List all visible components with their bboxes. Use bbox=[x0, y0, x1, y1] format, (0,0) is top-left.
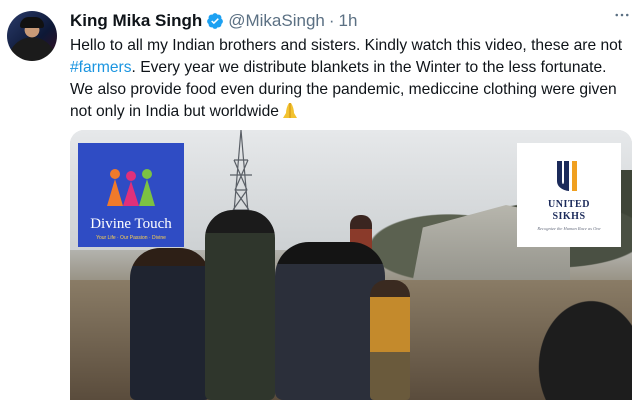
logo-left-title: Divine Touch bbox=[90, 216, 172, 232]
logo-right-subtitle: Recognize the Human Race as One bbox=[537, 226, 601, 231]
video-person bbox=[205, 210, 275, 400]
hashtag-link[interactable]: #farmers bbox=[70, 59, 132, 76]
verified-badge-icon bbox=[206, 12, 224, 30]
tweet[interactable]: King Mika Singh @MikaSingh · 1h Hello to… bbox=[0, 0, 639, 400]
logo-left-subtitle: Your Life · Our Passion · Divine bbox=[96, 235, 166, 241]
video-media[interactable]: Divine Touch Your Life · Our Passion · D… bbox=[70, 130, 632, 400]
display-name[interactable]: King Mika Singh bbox=[70, 11, 202, 31]
tweet-text-part2: . Every year we distribute blankets in t… bbox=[70, 59, 617, 120]
divine-touch-logo: Divine Touch Your Life · Our Passion · D… bbox=[78, 143, 184, 247]
tweet-text: Hello to all my Indian brothers and sist… bbox=[70, 35, 630, 126]
united-sikhs-logo: UNITED SIKHS Recognize the Human Race as… bbox=[517, 143, 621, 247]
video-person bbox=[530, 290, 632, 400]
tweet-timestamp[interactable]: 1h bbox=[339, 11, 358, 31]
profile-avatar[interactable] bbox=[7, 11, 57, 61]
united-sikhs-mark-icon bbox=[557, 161, 577, 191]
video-person bbox=[370, 280, 410, 400]
people-figures-icon bbox=[107, 169, 155, 206]
logo-right-line2: SIKHS bbox=[552, 211, 586, 222]
video-person bbox=[275, 242, 385, 400]
separator-dot: · bbox=[328, 11, 335, 30]
logo-right-line1: UNITED bbox=[548, 199, 590, 210]
tweet-text-part1: Hello to all my Indian brothers and sist… bbox=[70, 37, 623, 54]
video-person bbox=[130, 248, 210, 400]
folded-hands-emoji-icon bbox=[280, 101, 300, 126]
tweet-header: King Mika Singh @MikaSingh · 1h bbox=[70, 10, 629, 32]
more-options-icon[interactable] bbox=[613, 6, 631, 29]
user-handle[interactable]: @MikaSingh bbox=[228, 11, 325, 31]
